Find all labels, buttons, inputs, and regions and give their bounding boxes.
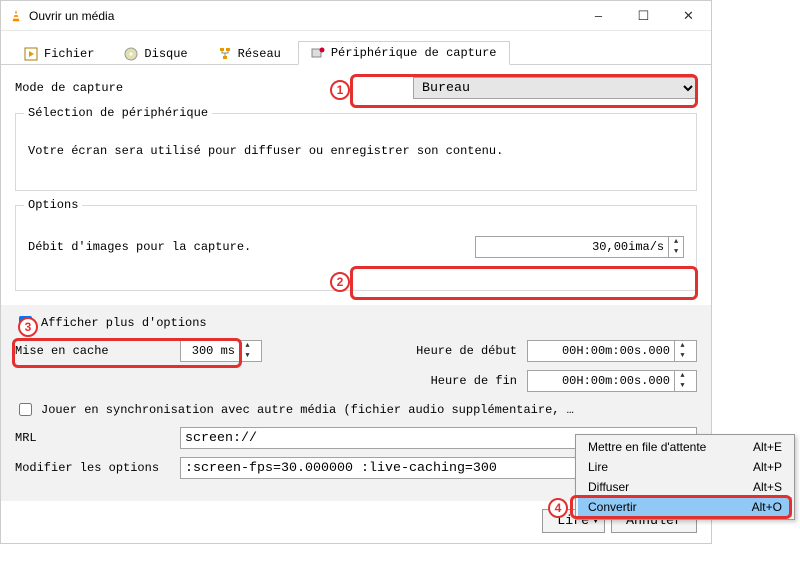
end-time-label: Heure de fin	[431, 374, 517, 388]
cache-input[interactable]	[181, 344, 239, 358]
tab-network[interactable]: Réseau	[205, 41, 294, 65]
start-time-label: Heure de début	[416, 344, 517, 358]
capture-mode-label: Mode de capture	[15, 81, 123, 95]
spinner-down-icon[interactable]: ▼	[675, 351, 690, 361]
capture-mode-select[interactable]: Bureau	[413, 77, 697, 99]
device-selection-description: Votre écran sera utilisé pour diffuser o…	[28, 132, 684, 170]
menu-item-convert[interactable]: Convertir Alt+O	[578, 497, 792, 517]
start-time-input[interactable]	[528, 344, 674, 358]
mrl-label: MRL	[15, 431, 170, 445]
spinner-down-icon[interactable]: ▼	[669, 247, 683, 257]
disc-icon	[124, 47, 138, 61]
show-more-options-checkbox[interactable]: Afficher plus d'options	[15, 313, 697, 332]
fps-input[interactable]	[476, 240, 669, 254]
menu-accel: Alt+P	[753, 460, 782, 474]
spinner-down-icon[interactable]: ▼	[675, 381, 690, 391]
menu-item-play[interactable]: Lire Alt+P	[578, 457, 792, 477]
vlc-icon	[9, 9, 23, 23]
show-more-options-label: Afficher plus d'options	[41, 316, 207, 330]
menu-item-queue[interactable]: Mettre en file d'attente Alt+E	[578, 437, 792, 457]
edit-options-label: Modifier les options	[15, 461, 170, 475]
tab-capture-label: Périphérique de capture	[331, 46, 497, 60]
menu-accel: Alt+E	[753, 440, 782, 454]
file-icon	[24, 47, 38, 61]
sync-input[interactable]	[19, 403, 32, 416]
spinner-up-icon[interactable]: ▲	[675, 371, 690, 381]
spinner-up-icon[interactable]: ▲	[240, 341, 255, 351]
capture-icon	[311, 46, 325, 60]
sync-label: Jouer en synchronisation avec autre médi…	[41, 403, 574, 417]
menu-accel: Alt+S	[753, 480, 782, 494]
tab-disc[interactable]: Disque	[111, 41, 200, 65]
end-time-spinner[interactable]: ▲▼	[527, 370, 697, 392]
tab-file-label: Fichier	[44, 47, 94, 61]
menu-accel: Alt+O	[752, 500, 782, 514]
device-selection-legend: Sélection de périphérique	[24, 106, 212, 120]
cache-label: Mise en cache	[15, 344, 170, 358]
close-button[interactable]: ✕	[666, 1, 711, 31]
fps-label: Débit d'images pour la capture.	[28, 240, 251, 254]
options-legend: Options	[24, 198, 82, 212]
show-more-options-input[interactable]	[19, 316, 32, 329]
tab-disc-label: Disque	[144, 47, 187, 61]
minimize-button[interactable]: –	[576, 1, 621, 31]
fps-spinner[interactable]: ▲▼	[475, 236, 684, 258]
tab-capture[interactable]: Périphérique de capture	[298, 41, 510, 65]
tab-network-label: Réseau	[238, 47, 281, 61]
play-dropdown-menu: Mettre en file d'attente Alt+E Lire Alt+…	[575, 434, 795, 520]
options-group: Options Débit d'images pour la capture. …	[15, 205, 697, 291]
network-icon	[218, 47, 232, 61]
device-selection-group: Sélection de périphérique Votre écran se…	[15, 113, 697, 191]
maximize-button[interactable]: ☐	[621, 1, 666, 31]
spinner-up-icon[interactable]: ▲	[669, 237, 683, 247]
menu-item-stream[interactable]: Diffuser Alt+S	[578, 477, 792, 497]
start-time-spinner[interactable]: ▲▼	[527, 340, 697, 362]
spinner-down-icon[interactable]: ▼	[240, 351, 255, 361]
cache-spinner[interactable]: ▲▼	[180, 340, 262, 362]
spinner-up-icon[interactable]: ▲	[675, 341, 690, 351]
window-title: Ouvrir un média	[29, 9, 576, 23]
end-time-input[interactable]	[528, 374, 674, 388]
sync-checkbox[interactable]: Jouer en synchronisation avec autre médi…	[15, 400, 697, 419]
tab-file[interactable]: Fichier	[11, 41, 107, 65]
